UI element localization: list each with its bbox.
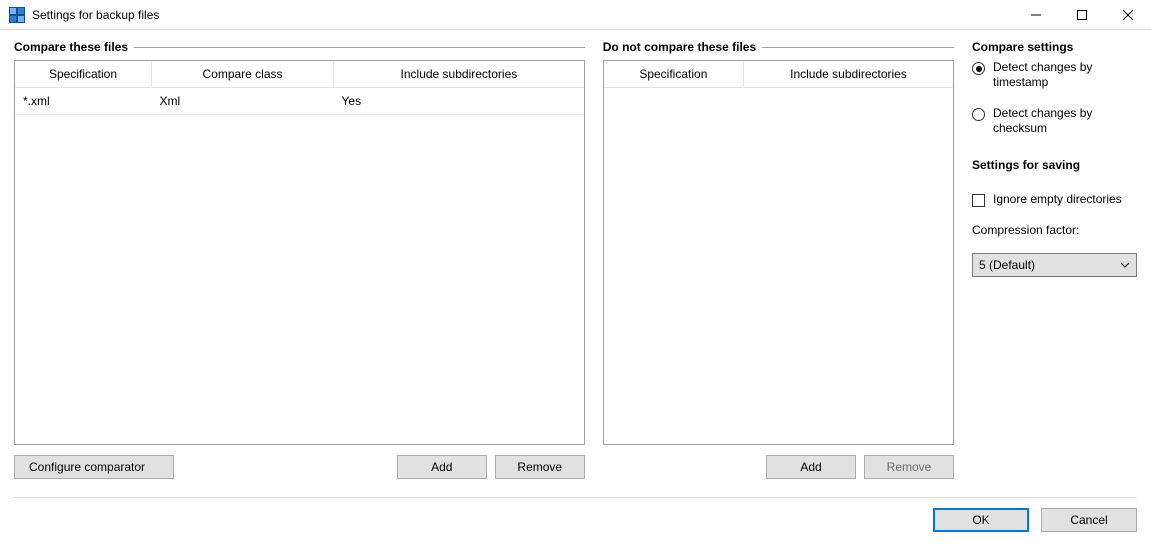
window-title: Settings for backup files xyxy=(32,8,159,22)
close-button[interactable] xyxy=(1105,0,1151,30)
col-include-subdirs[interactable]: Include subdirectories xyxy=(334,61,584,88)
caption-rule xyxy=(762,47,954,48)
compare-remove-button[interactable]: Remove xyxy=(495,455,585,479)
col-specification[interactable]: Specification xyxy=(15,61,152,88)
spacer xyxy=(182,455,389,479)
compare-settings-caption-text: Compare settings xyxy=(972,40,1073,54)
cancel-button[interactable]: Cancel xyxy=(1041,508,1137,532)
exclude-files-caption-text: Do not compare these files xyxy=(603,40,756,54)
titlebar: Settings for backup files xyxy=(0,0,1151,30)
compare-files-table[interactable]: Specification Compare class Include subd… xyxy=(14,60,585,445)
compare-add-button[interactable]: Add xyxy=(397,455,487,479)
radio-detect-checksum[interactable]: Detect changes by checksum xyxy=(972,106,1137,136)
exclude-files-group: Do not compare these files Specification… xyxy=(603,40,954,479)
exclude-files-caption: Do not compare these files xyxy=(603,40,954,54)
spacer xyxy=(603,455,758,479)
client-area: Compare these files Specification Compar… xyxy=(0,30,1151,508)
cell-class: Xml xyxy=(152,88,334,115)
exclude-add-button[interactable]: Add xyxy=(766,455,856,479)
dialog-footer: OK Cancel xyxy=(0,508,1151,546)
compare-files-caption: Compare these files xyxy=(14,40,585,54)
minimize-button[interactable] xyxy=(1013,0,1059,30)
maximize-button[interactable] xyxy=(1059,0,1105,30)
col-compare-class[interactable]: Compare class xyxy=(152,61,334,88)
compression-value: 5 (Default) xyxy=(979,258,1120,272)
checkbox-label: Ignore empty directories xyxy=(993,192,1122,207)
workarea: Compare these files Specification Compar… xyxy=(14,40,1137,479)
col-include-subdirs[interactable]: Include subdirectories xyxy=(743,61,953,88)
compare-files-buttons: Configure comparator Add Remove xyxy=(14,455,585,479)
radio-label: Detect changes by checksum xyxy=(993,106,1137,136)
caption-rule xyxy=(134,47,585,48)
radio-icon xyxy=(972,108,985,121)
compression-combobox[interactable]: 5 (Default) xyxy=(972,253,1137,277)
compare-settings-caption: Compare settings xyxy=(972,40,1137,54)
compare-files-group: Compare these files Specification Compar… xyxy=(14,40,585,479)
col-specification[interactable]: Specification xyxy=(604,61,744,88)
settings-column: Compare settings Detect changes by times… xyxy=(972,40,1137,479)
table-header-row: Specification Include subdirectories xyxy=(604,61,953,88)
footer-separator xyxy=(14,497,1137,498)
table-header-row: Specification Compare class Include subd… xyxy=(15,61,584,88)
checkbox-ignore-empty-dirs[interactable]: ✓ Ignore empty directories xyxy=(972,192,1137,207)
save-settings-caption: Settings for saving xyxy=(972,158,1137,172)
radio-icon xyxy=(972,62,985,75)
radio-detect-timestamp[interactable]: Detect changes by timestamp xyxy=(972,60,1137,90)
exclude-remove-button[interactable]: Remove xyxy=(864,455,954,479)
compare-files-caption-text: Compare these files xyxy=(14,40,128,54)
cell-spec: *.xml xyxy=(15,88,152,115)
ok-button[interactable]: OK xyxy=(933,508,1029,532)
app-icon xyxy=(8,6,26,24)
exclude-files-buttons: Add Remove xyxy=(603,455,954,479)
exclude-files-table[interactable]: Specification Include subdirectories xyxy=(603,60,954,445)
cell-incl: Yes xyxy=(334,88,584,115)
radio-label: Detect changes by timestamp xyxy=(993,60,1137,90)
configure-comparator-button[interactable]: Configure comparator xyxy=(14,455,174,479)
checkbox-icon: ✓ xyxy=(972,194,985,207)
compression-label: Compression factor: xyxy=(972,223,1137,237)
compare-settings-options: Detect changes by timestamp Detect chang… xyxy=(972,60,1137,277)
table-row[interactable]: *.xml Xml Yes xyxy=(15,88,584,115)
chevron-down-icon xyxy=(1120,260,1130,271)
